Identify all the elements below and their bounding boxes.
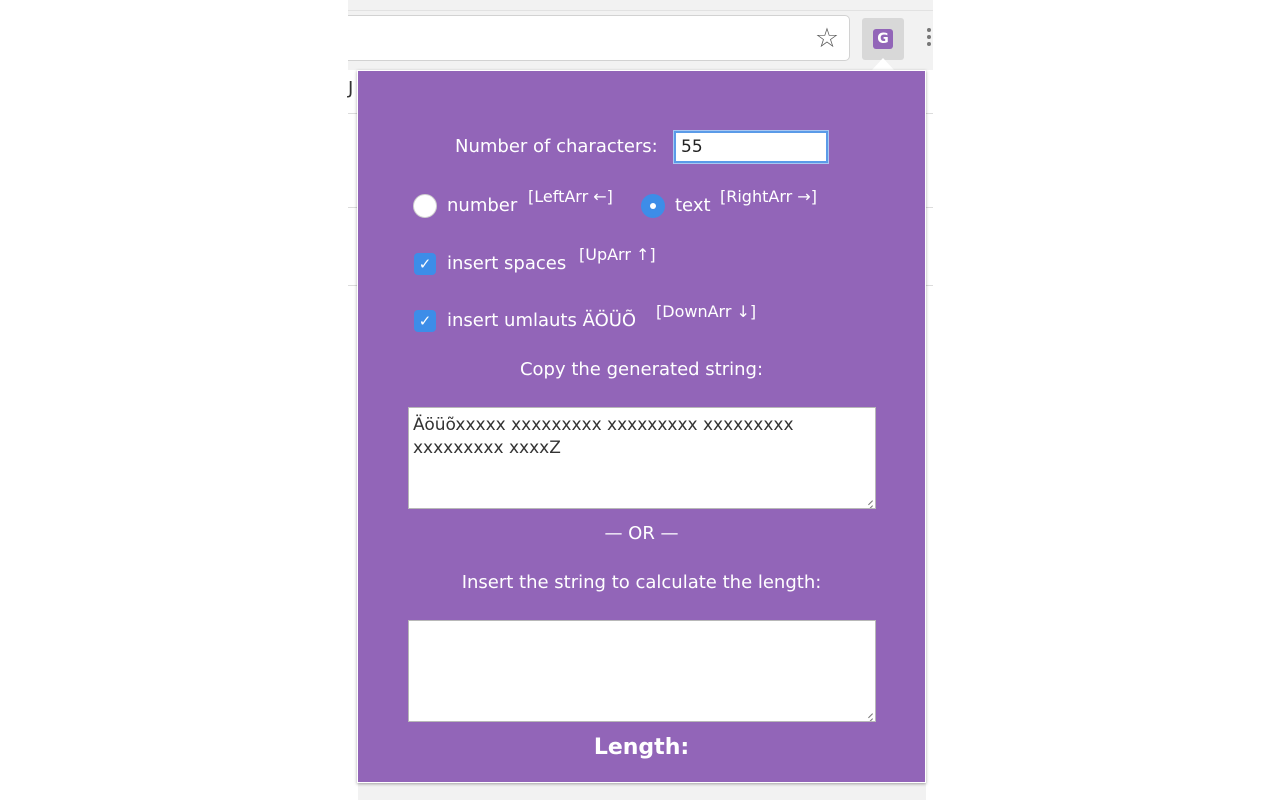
resize-grip-icon[interactable] [863,496,873,506]
umlauts-shortcut-hint: [DownArr ↓] [656,302,757,321]
insert-umlauts-checkbox[interactable]: ✓ [414,310,436,332]
text-radio[interactable] [641,194,665,218]
length-input-textarea[interactable] [408,620,876,722]
generated-string-value: Äöüõxxxxx xxxxxxxxx xxxxxxxxx xxxxxxxxx … [413,415,794,458]
page-content-right [926,70,933,800]
number-radio-label: number [447,195,518,216]
resize-grip-icon[interactable] [863,709,873,719]
type-options-row: number [LeftArr ←] text [RightArr →] [411,187,881,221]
generated-string-textarea[interactable]: Äöüõxxxxx xxxxxxxxx xxxxxxxxx xxxxxxxxx … [408,407,876,509]
kebab-icon[interactable] [925,26,933,52]
insert-umlauts-label: insert umlauts ÄÖÜÕ [447,310,637,331]
extension-button[interactable]: G [862,18,904,60]
spaces-option-row: ✓ insert spaces [UpArr ↑] [411,245,881,279]
spaces-shortcut-hint: [UpArr ↑] [579,245,656,264]
insert-string-label: Insert the string to calculate the lengt… [461,572,822,593]
copy-string-label: Copy the generated string: [519,359,764,380]
page-text-fragment: J [348,78,354,99]
insert-spaces-checkbox[interactable]: ✓ [414,253,436,275]
popup-arrow [872,58,894,70]
extension-logo-icon: G [873,29,893,49]
page-divider [926,113,933,114]
number-radio[interactable] [413,194,437,218]
character-count-input[interactable] [674,131,828,163]
number-shortcut-hint: [LeftArr ←] [528,187,613,206]
star-icon[interactable]: ☆ [812,24,842,54]
extension-popup: Number of characters: number [LeftArr ←]… [357,70,926,783]
character-count-row: Number of characters: [358,131,925,163]
page-divider [926,285,933,286]
length-result-label: Length: [593,735,690,760]
text-radio-label: text [675,195,711,216]
address-bar[interactable] [348,15,850,61]
page-divider [926,207,933,208]
text-shortcut-hint: [RightArr →] [720,187,817,206]
or-separator: — OR — [604,523,679,544]
character-count-label: Number of characters: [455,136,658,157]
umlauts-option-row: ✓ insert umlauts ÄÖÜÕ [DownArr ↓] [411,302,881,336]
insert-spaces-label: insert spaces [447,253,567,274]
